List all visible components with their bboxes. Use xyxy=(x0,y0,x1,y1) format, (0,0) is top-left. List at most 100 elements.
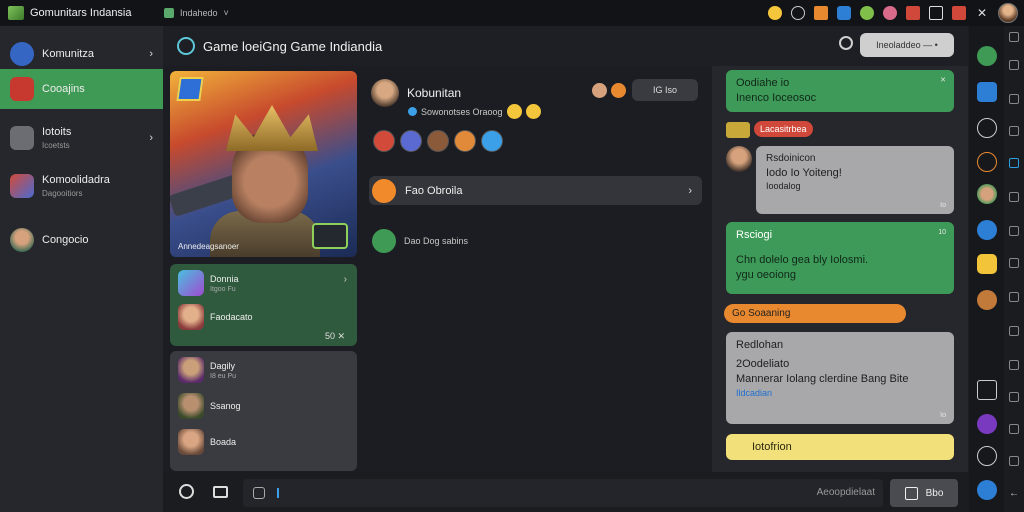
workspace-switcher[interactable]: Indahedo ˅ xyxy=(164,8,229,18)
message-input[interactable]: Aeoopdielaat xyxy=(243,479,883,507)
tool-icon[interactable] xyxy=(1009,326,1019,336)
channel-list-item[interactable]: Dao Dog sabins xyxy=(372,229,468,253)
shield-icon[interactable] xyxy=(977,118,997,138)
list-item[interactable]: Dagily I8 eu Pu xyxy=(178,357,236,383)
chat-message[interactable]: Rsdoinicon Iodo Io Yoiteng! Ioodalog Io xyxy=(756,146,954,214)
list-item[interactable]: Faodacato xyxy=(178,304,253,330)
reaction-icon[interactable] xyxy=(611,82,626,98)
message-time: Io xyxy=(940,411,946,419)
avatar xyxy=(10,228,34,252)
tool-icon[interactable] xyxy=(1009,126,1019,136)
hero-icon[interactable] xyxy=(814,6,828,20)
send-icon xyxy=(904,486,918,500)
chevron-right-icon[interactable]: › xyxy=(344,274,347,285)
avatar[interactable] xyxy=(977,184,997,204)
avatar[interactable] xyxy=(373,130,395,152)
shield-icon[interactable] xyxy=(837,6,851,20)
sticker-icon[interactable] xyxy=(253,487,265,499)
search-icon[interactable] xyxy=(839,36,853,50)
title-bar-icons: ✕ xyxy=(768,3,1018,23)
chat-message[interactable]: Redlohan 2Oodeliato Mannerar Iolang cler… xyxy=(726,332,954,424)
title-bar: Gomunitars Indansia Indahedo ˅ ✕ xyxy=(0,0,1024,26)
send-button[interactable]: Bbo xyxy=(890,479,958,507)
avatar[interactable] xyxy=(427,130,449,152)
attach-icon[interactable] xyxy=(213,486,228,498)
channel-list-item[interactable]: Fao Obroila › xyxy=(369,176,702,205)
chat-message[interactable]: Oodiahe io Inenco Ioceosoc ✕ xyxy=(726,70,954,112)
tool-icon[interactable] xyxy=(1009,32,1019,42)
list-item-label: Boada xyxy=(210,437,237,447)
message-time: 10 xyxy=(938,229,946,236)
profile-header[interactable]: Kobunitan xyxy=(371,79,461,107)
sidebar-item-cooajins[interactable]: Cooajins xyxy=(0,69,163,109)
avatar[interactable] xyxy=(454,130,476,152)
avatar[interactable] xyxy=(481,130,503,152)
avatar[interactable] xyxy=(977,290,997,310)
avatar xyxy=(726,146,752,172)
sidebar-item-komoolidadra[interactable]: Komoolidadra Dagooitiors xyxy=(0,166,163,206)
game-logo-icon xyxy=(10,77,34,101)
tool-icon[interactable] xyxy=(1009,226,1019,236)
channel-icon xyxy=(372,229,396,253)
avatar-small-icon[interactable] xyxy=(883,6,897,20)
avatar[interactable] xyxy=(400,130,422,152)
emoji-icon[interactable] xyxy=(179,484,194,499)
game-icon[interactable] xyxy=(977,46,997,66)
settings-icon[interactable] xyxy=(791,6,805,20)
game-tag-icon xyxy=(726,122,750,138)
list-item[interactable]: Boada xyxy=(178,429,236,455)
game-badge-icon xyxy=(176,77,204,101)
right-tool-rail: ← xyxy=(1004,26,1024,512)
sidebar-item-label: Iotoits xyxy=(42,126,72,138)
tool-icon[interactable] xyxy=(1009,192,1019,202)
page-title: Game loeiGng Game Indiandia xyxy=(203,38,383,54)
notification-icon[interactable] xyxy=(906,6,920,20)
sidebar-item-iotoits[interactable]: Iotoits Icoetsts › xyxy=(0,118,163,158)
list-item[interactable]: Ssanog xyxy=(178,393,241,419)
sidebar-item-congocio[interactable]: Congocio xyxy=(0,224,163,256)
compass-icon[interactable] xyxy=(977,446,997,466)
tool-icon[interactable] xyxy=(1009,158,1019,168)
tool-icon[interactable] xyxy=(1009,456,1019,466)
verified-icon[interactable] xyxy=(977,220,997,240)
close-icon[interactable]: ✕ xyxy=(940,76,946,85)
crown-graphic xyxy=(226,105,318,151)
help-icon[interactable] xyxy=(977,480,997,500)
message-link[interactable]: Ildcadian xyxy=(736,387,944,399)
tool-icon[interactable] xyxy=(1009,292,1019,302)
tool-icon[interactable] xyxy=(1009,258,1019,268)
app-window: Gomunitars Indansia Indahedo ˅ ✕ Komunit… xyxy=(0,0,1024,512)
chat-message[interactable]: Rsciogi Chn dolelo gea bly Iolosmi. ygu … xyxy=(726,222,954,294)
emoji-icon[interactable] xyxy=(768,6,782,20)
composer-bar: Aeoopdielaat Bbo xyxy=(163,472,969,512)
flag-icon[interactable] xyxy=(952,6,966,20)
tool-icon[interactable] xyxy=(1009,94,1019,104)
voice-icon[interactable] xyxy=(977,414,997,434)
profile-action-button[interactable]: IG Iso xyxy=(632,79,698,101)
store-icon[interactable] xyxy=(977,82,997,102)
list-item-sub: Itgoo Fu xyxy=(210,285,236,293)
tool-icon[interactable] xyxy=(1009,60,1019,70)
tool-icon[interactable] xyxy=(1009,360,1019,370)
tool-icon[interactable] xyxy=(1009,392,1019,402)
hero-image[interactable]: Annedeagsanoer xyxy=(170,71,357,257)
status-badge[interactable]: Go Soaaning xyxy=(724,304,906,323)
chat-message[interactable]: Iotofrion xyxy=(726,434,954,460)
status-badge[interactable]: Lacasitrbea xyxy=(754,121,813,137)
game-icon[interactable] xyxy=(860,6,874,20)
list-item[interactable]: Donnia Itgoo Fu xyxy=(178,270,239,296)
message-author: Rsciogi xyxy=(736,229,773,241)
trophy-icon[interactable] xyxy=(977,254,997,274)
panel-footer: 50 ✕ xyxy=(324,331,345,341)
sidebar-item-komunitza[interactable]: Komunitza › xyxy=(0,34,163,74)
close-icon[interactable]: ✕ xyxy=(975,6,989,20)
reaction-icon[interactable] xyxy=(592,82,607,98)
user-avatar[interactable] xyxy=(998,3,1018,23)
chat-bubble-icon[interactable] xyxy=(977,152,997,172)
maximize-icon[interactable] xyxy=(929,6,943,20)
gallery-icon[interactable] xyxy=(977,380,997,400)
back-icon[interactable]: ← xyxy=(1009,488,1019,499)
header-action-button[interactable]: Ineoladdeo — • xyxy=(860,33,954,57)
tool-icon[interactable] xyxy=(1009,424,1019,434)
app-brand[interactable]: Gomunitars Indansia xyxy=(0,6,164,20)
